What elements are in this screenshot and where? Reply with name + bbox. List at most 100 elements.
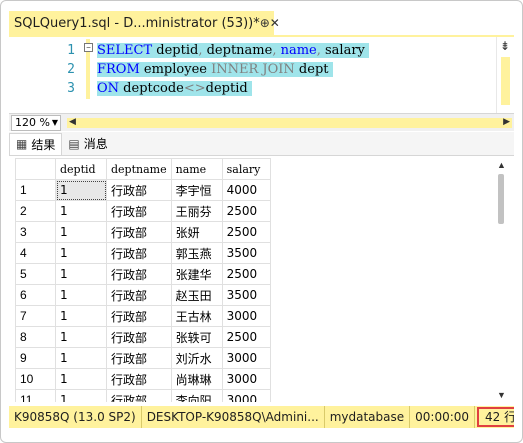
row-number[interactable]: 8 bbox=[15, 326, 56, 348]
table-row[interactable]: 9 1 行政部 刘沂水 3000 bbox=[15, 347, 271, 369]
table-row[interactable]: 3 1 行政部 张妍 2500 bbox=[15, 221, 271, 243]
table-cell[interactable]: 2500 bbox=[221, 221, 271, 243]
table-cell[interactable]: 行政部 bbox=[106, 221, 172, 243]
table-row[interactable]: 11 1 行政部 李向阳 3000 bbox=[15, 389, 271, 402]
table-cell[interactable]: 行政部 bbox=[106, 263, 172, 285]
editor-horizontal-scrollbar[interactable]: ◀ ▶ bbox=[67, 116, 512, 128]
table-cell[interactable]: 郭玉燕 bbox=[170, 242, 223, 264]
table-cell[interactable]: 行政部 bbox=[106, 326, 172, 348]
table-cell[interactable]: 1 bbox=[55, 200, 107, 222]
table-cell[interactable]: 行政部 bbox=[106, 284, 172, 306]
table-row[interactable]: 4 1 行政部 郭玉燕 3500 bbox=[15, 242, 271, 264]
table-cell[interactable]: 行政部 bbox=[106, 368, 172, 390]
table-row[interactable]: 7 1 行政部 王古林 3000 bbox=[15, 305, 271, 327]
editor-vertical-scrollbar[interactable]: ⇟ bbox=[496, 37, 514, 113]
table-cell[interactable]: 3500 bbox=[221, 284, 271, 306]
scroll-left-icon[interactable]: ◀ bbox=[69, 116, 76, 127]
table-cell[interactable]: 1 bbox=[55, 326, 107, 348]
row-number[interactable]: 6 bbox=[15, 284, 56, 306]
pin-icon[interactable]: ⊕ bbox=[260, 16, 270, 30]
results-grid[interactable]: deptid deptname name salary 1 1 行政部 李宇恒 4000… bbox=[15, 158, 490, 402]
table-cell[interactable]: 1 bbox=[55, 263, 107, 285]
code-lines[interactable]: SELECT deptid, deptname, name, salary FRO… bbox=[97, 41, 369, 98]
code-line[interactable]: FROM employee INNER JOIN dept bbox=[97, 60, 369, 79]
table-cell[interactable]: 张轶可 bbox=[170, 326, 223, 348]
row-number[interactable]: 3 bbox=[15, 221, 56, 243]
table-cell[interactable]: 行政部 bbox=[106, 389, 172, 402]
table-cell[interactable]: 张妍 bbox=[170, 221, 223, 243]
table-cell[interactable]: 李宇恒 bbox=[170, 179, 223, 201]
table-cell[interactable]: 1 bbox=[55, 221, 107, 243]
table-row[interactable]: 1 1 行政部 李宇恒 4000 bbox=[15, 179, 271, 201]
column-header-name[interactable]: name bbox=[170, 158, 223, 180]
table-cell[interactable]: 3000 bbox=[221, 389, 271, 402]
split-icon[interactable]: ⇟ bbox=[500, 39, 510, 53]
sql-editor[interactable]: 1 2 3 − SELECT deptid, deptname, name, s… bbox=[9, 35, 514, 113]
row-number[interactable]: 2 bbox=[15, 200, 56, 222]
close-icon[interactable]: ✕ bbox=[270, 16, 280, 30]
results-table: deptid deptname name salary 1 1 行政部 李宇恒 4000… bbox=[15, 158, 271, 402]
query-tab[interactable]: SQLQuery1.sql - D...ministrator (53))* ⊕… bbox=[9, 11, 280, 35]
table-cell[interactable]: 行政部 bbox=[106, 305, 172, 327]
code-token: INNER JOIN bbox=[211, 62, 295, 77]
table-cell[interactable]: 3000 bbox=[221, 368, 271, 390]
code-line[interactable]: ON deptcode<>deptid bbox=[97, 79, 369, 98]
table-row[interactable]: 8 1 行政部 张轶可 2500 bbox=[15, 326, 271, 348]
table-cell[interactable]: 1 bbox=[55, 305, 107, 327]
table-cell[interactable]: 3000 bbox=[221, 305, 271, 327]
tab-messages[interactable]: ▤ 消息 bbox=[62, 133, 113, 155]
table-cell[interactable]: 1 bbox=[55, 347, 107, 369]
column-header-rownum[interactable] bbox=[15, 158, 56, 180]
scroll-up-icon[interactable]: ▲ bbox=[497, 160, 506, 170]
table-cell[interactable]: 赵玉田 bbox=[170, 284, 223, 306]
table-cell[interactable]: 4000 bbox=[221, 179, 271, 201]
table-cell[interactable]: 刘沂水 bbox=[170, 347, 223, 369]
zoom-select[interactable]: 120 % ▼ bbox=[11, 115, 61, 131]
table-cell[interactable]: 李向阳 bbox=[170, 389, 223, 402]
table-cell[interactable]: 1 bbox=[55, 284, 107, 306]
table-cell[interactable]: 1 bbox=[55, 389, 107, 402]
table-row[interactable]: 10 1 行政部 尚琳琳 3000 bbox=[15, 368, 271, 390]
horizontal-scroll-thumb[interactable] bbox=[83, 120, 283, 126]
table-cell[interactable]: 王丽芬 bbox=[170, 200, 223, 222]
table-cell[interactable]: 行政部 bbox=[106, 242, 172, 264]
table-cell[interactable]: 3500 bbox=[221, 242, 271, 264]
table-cell[interactable]: 1 bbox=[55, 368, 107, 390]
collapse-toggle-icon[interactable]: − bbox=[84, 43, 93, 52]
column-header-deptname[interactable]: deptname bbox=[106, 158, 172, 180]
table-cell[interactable]: 行政部 bbox=[106, 347, 172, 369]
row-number[interactable]: 9 bbox=[15, 347, 56, 369]
row-number[interactable]: 7 bbox=[15, 305, 56, 327]
table-cell[interactable]: 尚琳琳 bbox=[170, 368, 223, 390]
table-cell[interactable]: 2500 bbox=[221, 263, 271, 285]
row-number[interactable]: 5 bbox=[15, 263, 56, 285]
table-cell[interactable]: 2500 bbox=[221, 326, 271, 348]
document-tab-bar: SQLQuery1.sql - D...ministrator (53))* ⊕… bbox=[9, 9, 514, 35]
table-cell[interactable]: 3000 bbox=[221, 347, 271, 369]
row-number[interactable]: 10 bbox=[15, 368, 56, 390]
scroll-right-icon[interactable]: ▶ bbox=[503, 116, 510, 127]
table-cell[interactable]: 1 bbox=[55, 179, 107, 201]
grid-vertical-scrollbar[interactable]: ▲ ▼ bbox=[492, 158, 512, 402]
header-row: deptid deptname name salary bbox=[15, 158, 271, 180]
row-number[interactable]: 1 bbox=[15, 179, 56, 201]
table-cell[interactable]: 张建华 bbox=[170, 263, 223, 285]
tab-results[interactable]: ▦ 结果 bbox=[9, 132, 63, 155]
column-header-salary[interactable]: salary bbox=[221, 158, 271, 180]
table-cell[interactable]: 行政部 bbox=[106, 200, 172, 222]
column-header-deptid[interactable]: deptid bbox=[55, 158, 107, 180]
code-line[interactable]: SELECT deptid, deptname, name, salary bbox=[97, 41, 369, 60]
grid-scroll-thumb[interactable] bbox=[498, 174, 504, 224]
row-number[interactable]: 4 bbox=[15, 242, 56, 264]
table-cell[interactable]: 1 bbox=[55, 242, 107, 264]
table-cell[interactable]: 行政部 bbox=[106, 179, 172, 201]
table-cell[interactable]: 2500 bbox=[221, 200, 271, 222]
editor-scroll-thumb[interactable] bbox=[501, 57, 510, 105]
table-cell[interactable]: 王古林 bbox=[170, 305, 223, 327]
table-row[interactable]: 5 1 行政部 张建华 2500 bbox=[15, 263, 271, 285]
scroll-down-icon[interactable]: ▼ bbox=[497, 390, 506, 400]
table-row[interactable]: 6 1 行政部 赵玉田 3500 bbox=[15, 284, 271, 306]
status-server: K90858Q (13.0 SP2) bbox=[9, 406, 142, 428]
row-number[interactable]: 11 bbox=[15, 389, 56, 402]
table-row[interactable]: 2 1 行政部 王丽芬 2500 bbox=[15, 200, 271, 222]
